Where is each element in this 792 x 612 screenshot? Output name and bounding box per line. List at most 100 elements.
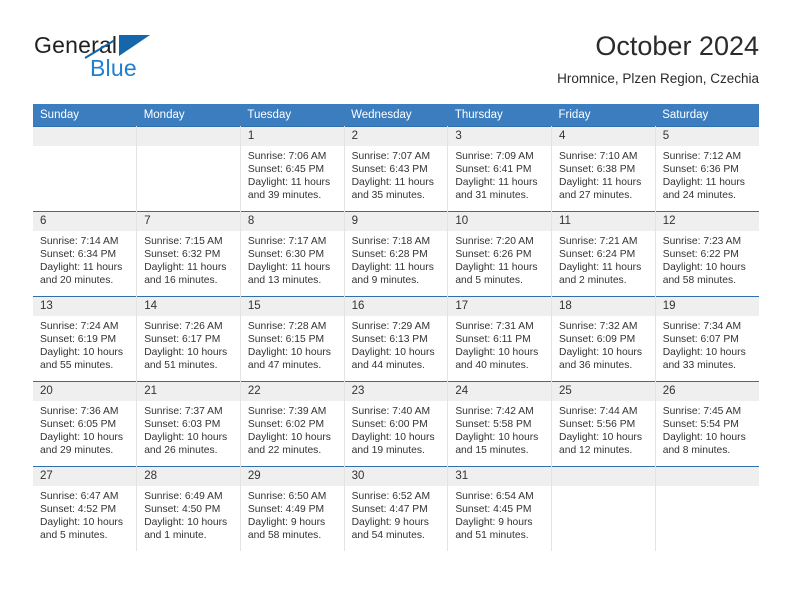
day-number: 9 [344,212,448,231]
daylight-text-line1: Daylight: 9 hours [247,517,326,529]
daylight-text-line2: and 2 minutes. [559,275,627,287]
calendar-day-cell[interactable]: 7 Sunrise: 7:15 AM Sunset: 6:32 PM Daylight… [136,211,241,297]
calendar-day-cell[interactable]: 1 Sunrise: 7:06 AM Sunset: 6:45 PM Daylight… [240,126,345,212]
daylight-text-line1: Daylight: 11 hours [351,177,434,189]
day-info: Sunrise: 7:37 AM Sunset: 6:03 PM Daylight:… [137,401,240,457]
calendar-day-cell[interactable]: 3 Sunrise: 7:09 AM Sunset: 6:41 PM Daylight… [447,126,553,212]
calendar-day-cell-empty [33,126,138,212]
daylight-text-line2: and 31 minutes. [455,190,529,202]
title-block: October 2024 Hromnice, Plzen Region, Cze… [557,30,759,89]
calendar-day-cell[interactable]: 24 Sunrise: 7:42 AM Sunset: 5:58 PM Dayligh… [447,381,553,467]
calendar-day-cell[interactable]: 12 Sunrise: 7:23 AM Sunset: 6:22 PM Dayligh… [655,211,759,297]
weekday-header-tuesday: Tuesday [240,104,345,127]
sunset-text: Sunset: 6:36 PM [662,164,739,176]
daylight-text-line1: Daylight: 11 hours [559,262,642,274]
sunset-text: Sunset: 5:54 PM [662,419,739,431]
sunset-text: Sunset: 4:50 PM [144,504,221,516]
daylight-text-line2: and 16 minutes. [144,275,218,287]
day-number: 12 [655,212,759,231]
calendar-day-cell[interactable]: 16 Sunrise: 7:29 AM Sunset: 6:13 PM Dayligh… [344,296,449,382]
day-number: 23 [344,382,448,401]
day-info: Sunrise: 7:32 AM Sunset: 6:09 PM Daylight:… [552,316,655,372]
calendar-day-cell[interactable]: 19 Sunrise: 7:34 AM Sunset: 6:07 PM Dayligh… [655,296,759,382]
day-info: Sunrise: 6:50 AM Sunset: 4:49 PM Daylight:… [241,486,344,542]
sunrise-text: Sunrise: 7:29 AM [351,321,431,332]
sunrise-text: Sunrise: 6:50 AM [247,491,327,502]
calendar-day-cell[interactable]: 23 Sunrise: 7:40 AM Sunset: 6:00 PM Dayligh… [344,381,449,467]
daylight-text-line1: Daylight: 11 hours [247,177,331,189]
calendar-day-cell[interactable]: 30 Sunrise: 6:52 AM Sunset: 4:47 PM Dayligh… [344,466,449,551]
sunrise-text: Sunrise: 7:36 AM [40,406,119,417]
sunset-text: Sunset: 6:19 PM [40,334,117,346]
daylight-text-line1: Daylight: 10 hours [40,517,123,529]
sunrise-text: Sunrise: 7:23 AM [662,236,742,247]
daylight-text-line2: and 20 minutes. [40,275,114,287]
daylight-text-line1: Daylight: 11 hours [455,177,538,189]
calendar-day-cell[interactable]: 14 Sunrise: 7:26 AM Sunset: 6:17 PM Dayligh… [136,296,241,382]
calendar-day-cell[interactable]: 2 Sunrise: 7:07 AM Sunset: 6:43 PM Daylight… [344,126,449,212]
sunset-text: Sunset: 4:47 PM [351,504,428,516]
daylight-text-line1: Daylight: 11 hours [144,262,227,274]
calendar-day-cell[interactable]: 31 Sunrise: 6:54 AM Sunset: 4:45 PM Dayligh… [447,466,553,551]
calendar-day-cell[interactable]: 5 Sunrise: 7:12 AM Sunset: 6:36 PM Daylight… [655,126,759,212]
daylight-text-line2: and 36 minutes. [559,360,633,372]
daylight-text-line1: Daylight: 10 hours [247,432,331,444]
day-number [655,467,759,486]
calendar-day-cell[interactable]: 27 Sunrise: 6:47 AM Sunset: 4:52 PM Dayligh… [33,466,138,551]
weekday-header-thursday: Thursday [447,104,552,127]
daylight-text-line1: Daylight: 11 hours [662,177,745,189]
sunrise-text: Sunrise: 7:07 AM [351,151,431,162]
calendar-day-cell[interactable]: 22 Sunrise: 7:39 AM Sunset: 6:02 PM Dayligh… [240,381,345,467]
day-number: 13 [33,297,137,316]
sunset-text: Sunset: 6:43 PM [351,164,428,176]
day-info: Sunrise: 7:06 AM Sunset: 6:45 PM Daylight:… [241,146,344,202]
day-number: 29 [240,467,344,486]
calendar-day-cell[interactable]: 6 Sunrise: 7:14 AM Sunset: 6:34 PM Daylight… [33,211,138,297]
sunrise-text: Sunrise: 7:09 AM [455,151,534,162]
daylight-text-line1: Daylight: 10 hours [455,347,539,359]
daylight-text-line1: Daylight: 10 hours [662,347,746,359]
brand-logo[interactable]: General Blue [33,30,293,92]
day-info: Sunrise: 7:07 AM Sunset: 6:43 PM Daylight:… [345,146,448,202]
weekday-header-wednesday: Wednesday [344,104,448,127]
calendar-day-cell[interactable]: 4 Sunrise: 7:10 AM Sunset: 6:38 PM Daylight… [551,126,656,212]
calendar-day-cell[interactable]: 21 Sunrise: 7:37 AM Sunset: 6:03 PM Dayligh… [136,381,241,467]
calendar-day-cell[interactable]: 18 Sunrise: 7:32 AM Sunset: 6:09 PM Dayligh… [551,296,656,382]
sunset-text: Sunset: 4:45 PM [455,504,532,516]
calendar-day-cell[interactable]: 11 Sunrise: 7:21 AM Sunset: 6:24 PM Dayligh… [551,211,656,297]
day-info: Sunrise: 7:28 AM Sunset: 6:15 PM Daylight:… [241,316,344,372]
calendar-day-cell[interactable]: 20 Sunrise: 7:36 AM Sunset: 6:05 PM Dayligh… [33,381,138,467]
daylight-text-line1: Daylight: 10 hours [662,262,746,274]
daylight-text-line1: Daylight: 11 hours [247,262,331,274]
day-info: Sunrise: 7:45 AM Sunset: 5:54 PM Daylight:… [656,401,759,457]
weekday-header-saturday: Saturday [655,104,759,127]
calendar-day-cell[interactable]: 15 Sunrise: 7:28 AM Sunset: 6:15 PM Dayligh… [240,296,345,382]
day-number: 5 [655,127,759,146]
daylight-text-line2: and 51 minutes. [455,530,529,542]
day-number: 17 [448,297,552,316]
daylight-text-line1: Daylight: 10 hours [559,347,643,359]
daylight-text-line1: Daylight: 10 hours [351,347,435,359]
calendar-day-cell[interactable]: 13 Sunrise: 7:24 AM Sunset: 6:19 PM Dayligh… [33,296,138,382]
calendar-day-cell[interactable]: 28 Sunrise: 6:49 AM Sunset: 4:50 PM Dayligh… [136,466,241,551]
day-info: Sunrise: 7:26 AM Sunset: 6:17 PM Daylight:… [137,316,240,372]
calendar-day-cell[interactable]: 8 Sunrise: 7:17 AM Sunset: 6:30 PM Daylight… [240,211,345,297]
day-info: Sunrise: 6:47 AM Sunset: 4:52 PM Daylight:… [33,486,136,542]
day-number: 10 [448,212,552,231]
sunset-text: Sunset: 6:07 PM [662,334,739,346]
sunrise-text: Sunrise: 7:45 AM [662,406,742,417]
calendar-day-cell[interactable]: 17 Sunrise: 7:31 AM Sunset: 6:11 PM Dayligh… [447,296,553,382]
daylight-text-line2: and 12 minutes. [559,445,633,457]
calendar-day-cell[interactable]: 25 Sunrise: 7:44 AM Sunset: 5:56 PM Dayligh… [551,381,656,467]
calendar-day-cell[interactable]: 26 Sunrise: 7:45 AM Sunset: 5:54 PM Dayligh… [655,381,759,467]
calendar-day-cell[interactable]: 9 Sunrise: 7:18 AM Sunset: 6:28 PM Daylight… [344,211,449,297]
sunrise-text: Sunrise: 6:54 AM [455,491,534,502]
calendar-day-cell[interactable]: 10 Sunrise: 7:20 AM Sunset: 6:26 PM Dayligh… [447,211,553,297]
sunset-text: Sunset: 6:05 PM [40,419,117,431]
daylight-text-line1: Daylight: 10 hours [40,432,123,444]
calendar-day-cell[interactable]: 29 Sunrise: 6:50 AM Sunset: 4:49 PM Dayligh… [240,466,345,551]
daylight-text-line2: and 51 minutes. [144,360,218,372]
daylight-text-line2: and 44 minutes. [351,360,425,372]
calendar-week-row: 1 Sunrise: 7:06 AM Sunset: 6:45 PM Daylight… [33,126,759,212]
day-number: 28 [137,467,240,486]
